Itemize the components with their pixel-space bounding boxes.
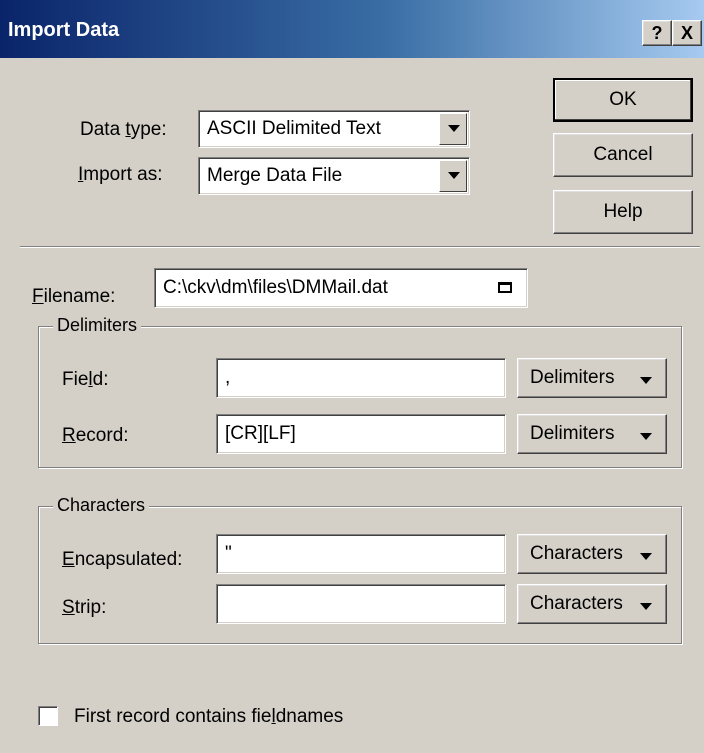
chevron-down-icon[interactable] (439, 160, 467, 192)
field-delimiter-input[interactable]: , (216, 358, 506, 398)
strip-characters-button[interactable]: Characters (517, 584, 667, 624)
delimiters-group-title: Delimiters (53, 315, 142, 336)
characters-group-title: Characters (53, 495, 150, 516)
filename-label: Filename: (32, 286, 116, 307)
title-bar: Import Data ? X (0, 0, 704, 58)
import-as-value: Merge Data File (207, 165, 343, 186)
first-record-fieldnames-checkbox[interactable] (38, 706, 58, 726)
record-delimiter-input[interactable]: [CR][LF] (216, 414, 506, 454)
field-delimiters-button[interactable]: Delimiters (517, 358, 667, 398)
encapsulated-input[interactable]: " (216, 534, 506, 574)
record-delimiter-value: [CR][LF] (225, 423, 296, 444)
cancel-button[interactable]: Cancel (553, 133, 693, 177)
filename-input[interactable]: C:\ckv\dm\files\DMMail.dat (154, 268, 528, 308)
field-delimiter-value: , (225, 367, 231, 388)
strip-input[interactable] (216, 584, 506, 624)
import-as-select[interactable]: Merge Data File (198, 157, 470, 195)
data-type-value: ASCII Delimited Text (207, 118, 381, 139)
record-label: Record: (62, 425, 129, 446)
encapsulated-label: Encapsulated: (62, 549, 183, 570)
first-record-fieldnames-label[interactable]: First record contains fieldnames (74, 706, 343, 728)
chevron-down-icon (640, 553, 652, 560)
chevron-down-icon[interactable] (439, 113, 467, 145)
separator (20, 246, 700, 248)
chevron-down-icon (640, 603, 652, 610)
data-type-label: Data type: (80, 119, 167, 140)
filename-value: C:\ckv\dm\files\DMMail.dat (163, 277, 388, 298)
record-delimiters-button[interactable]: Delimiters (517, 414, 667, 454)
close-icon[interactable]: X (672, 20, 702, 46)
chevron-down-icon (640, 377, 652, 384)
help-icon[interactable]: ? (642, 20, 672, 46)
encapsulated-value: " (225, 543, 232, 564)
chevron-down-icon (640, 433, 652, 440)
help-button[interactable]: Help (553, 190, 693, 234)
folder-browse-icon[interactable] (498, 282, 512, 293)
data-type-select[interactable]: ASCII Delimited Text (198, 110, 470, 148)
strip-label: Strip: (62, 597, 107, 618)
encapsulated-characters-button[interactable]: Characters (517, 534, 667, 574)
import-as-label: Import as: (78, 164, 163, 185)
field-label: Field: (62, 369, 109, 390)
dialog-title: Import Data (8, 19, 120, 41)
import-data-dialog: Import Data ? X OK Cancel Help Data type… (0, 0, 704, 753)
ok-button[interactable]: OK (553, 78, 693, 122)
